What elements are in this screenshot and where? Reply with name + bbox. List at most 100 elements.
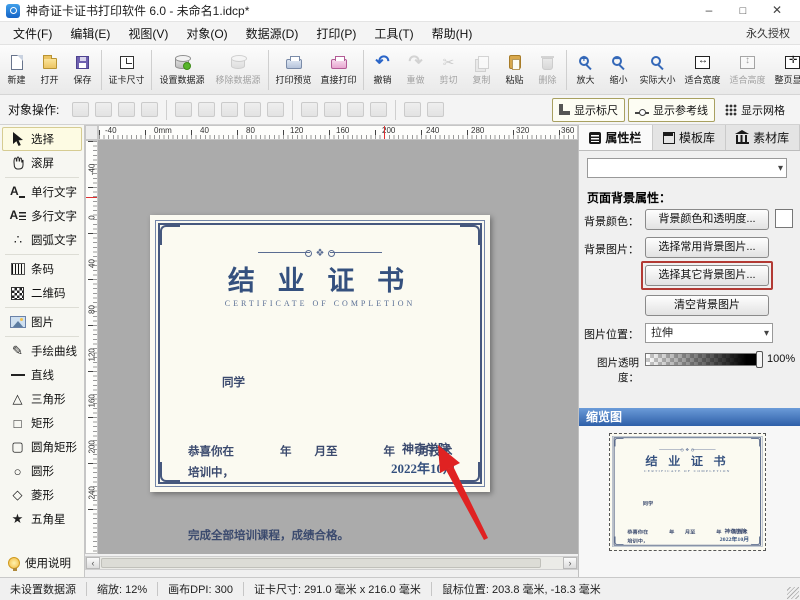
tool-qrcode[interactable]: 二维码 (2, 281, 82, 305)
set-datasource-icon (175, 56, 189, 69)
menu-file[interactable]: 文件(F) (4, 25, 61, 42)
show-grid-toggle[interactable]: 显示网格 (718, 98, 792, 122)
menu-view[interactable]: 视图(V) (119, 25, 177, 42)
tool-rectangle[interactable]: 矩形 (2, 411, 82, 435)
scroll-right-icon[interactable]: › (563, 557, 577, 569)
ungroup-icon (427, 102, 444, 117)
thumbnail-preview: 结 业 证 书 CERTIFICATE OF COMPLETION 同学 恭喜你… (609, 433, 766, 551)
bg-color-button[interactable]: 背景颜色和透明度... (645, 209, 769, 230)
tool-freehand-curve[interactable]: 手绘曲线 (2, 339, 82, 363)
pen-icon (9, 343, 26, 359)
open-button[interactable]: 打开 (33, 47, 66, 93)
tool-multi-line-text[interactable]: 多行文字 (2, 204, 82, 228)
tool-select[interactable]: 选择 (2, 127, 82, 151)
bg-image-label: 背景图片： (581, 241, 639, 257)
choose-common-bg-button[interactable]: 选择常用背景图片... (645, 237, 769, 258)
page-background-section-title: 页面背景属性： (587, 189, 671, 206)
tab-template-library[interactable]: 模板库 (653, 125, 727, 150)
image-position-dropdown[interactable]: 拉伸▾ (645, 323, 773, 343)
fit-height-icon (740, 56, 755, 69)
menu-datasource[interactable]: 数据源(D) (237, 25, 308, 42)
save-button[interactable]: 保存 (66, 47, 99, 93)
tool-line[interactable]: 直线 (2, 363, 82, 387)
tool-arc-text[interactable]: 圆弧文字 (2, 228, 82, 252)
certificate-issuer: 神奇学院 (402, 440, 450, 457)
status-zoom: 缩放: 12% (87, 581, 157, 597)
tool-circle[interactable]: 圆形 (2, 459, 82, 483)
image-icon (10, 316, 26, 328)
tool-image[interactable]: 图片 (2, 310, 82, 334)
show-guides-toggle[interactable]: 显示参考线 (628, 98, 715, 122)
fit-width-icon (695, 56, 710, 69)
show-ruler-toggle[interactable]: 显示标尺 (552, 98, 625, 122)
direct-print-button[interactable]: 直接打印 (316, 47, 361, 93)
tool-single-line-text[interactable]: 单行文字 (2, 180, 82, 204)
fit-page-button[interactable]: 整页显示 (770, 47, 800, 93)
app-icon (6, 4, 20, 18)
horizontal-ruler: -40 0mm 40 80 120 160 200 240 280 320 36… (98, 125, 578, 140)
menu-edit[interactable]: 编辑(E) (61, 25, 119, 42)
menu-object[interactable]: 对象(O) (177, 25, 236, 42)
star-icon (9, 511, 26, 527)
separator (363, 50, 364, 90)
delete-button: 删除 (531, 47, 564, 93)
same-height-icon (267, 102, 284, 117)
align-top-icon (301, 102, 318, 117)
tool-triangle[interactable]: 三角形 (2, 387, 82, 411)
zoom-in-button[interactable]: 放大 (569, 47, 602, 93)
separator (395, 100, 396, 120)
zoom-out-button[interactable]: 缩小 (602, 47, 635, 93)
actual-size-button[interactable]: 实际大小 (635, 47, 680, 93)
fit-width-button[interactable]: 适合宽度 (680, 47, 725, 93)
separator (566, 50, 567, 90)
scroll-left-icon[interactable]: ‹ (86, 557, 100, 569)
new-button[interactable]: 新建 (0, 47, 33, 93)
same-width-icon (244, 102, 261, 117)
resize-grip[interactable] (787, 587, 799, 599)
menu-tools[interactable]: 工具(T) (365, 25, 422, 42)
menu-help[interactable]: 帮助(H) (423, 25, 482, 42)
certificate-page[interactable]: 结 业 证 书 CERTIFICATE OF COMPLETION 同学 恭喜你… (150, 215, 490, 492)
horizontal-scrollbar[interactable]: ‹ › (85, 556, 578, 570)
design-canvas[interactable]: 结 业 证 书 CERTIFICATE OF COMPLETION 同学 恭喜你… (98, 140, 578, 554)
set-datasource-button[interactable]: 设置数据源 (154, 47, 210, 93)
tool-barcode[interactable]: 条码 (2, 257, 82, 281)
separator (5, 307, 79, 308)
tab-material-library[interactable]: 素材库 (726, 125, 800, 150)
tool-diamond[interactable]: 菱形 (2, 483, 82, 507)
tool-rounded-rectangle[interactable]: 圆角矩形 (2, 435, 82, 459)
print-preview-button[interactable]: 打印预览 (271, 47, 316, 93)
status-mouse-position: 鼠标位置: 203.8 毫米, -18.3 毫米 (432, 581, 611, 597)
triangle-icon (9, 391, 26, 407)
license-badge: 永久授权 (746, 25, 796, 41)
maximize-button[interactable] (726, 1, 760, 21)
help-button[interactable]: 使用说明 (0, 555, 85, 571)
corner-ornament (460, 225, 480, 245)
undo-icon (375, 53, 389, 71)
bg-color-swatch[interactable] (775, 209, 793, 228)
undo-button[interactable]: 撤销 (366, 47, 399, 93)
slider-handle[interactable] (756, 351, 763, 368)
menu-print[interactable]: 打印(P) (307, 25, 365, 42)
tab-properties[interactable]: 属性栏 (579, 125, 653, 150)
close-button[interactable] (760, 1, 794, 21)
separator (151, 50, 152, 90)
new-file-icon (11, 55, 23, 70)
tool-star[interactable]: 五角星 (2, 507, 82, 531)
redo-button: 重做 (399, 47, 432, 93)
card-size-icon (120, 56, 134, 69)
separator (268, 50, 269, 90)
opacity-slider[interactable] (645, 353, 761, 366)
clear-bg-button[interactable]: 清空背景图片 (645, 295, 769, 316)
choose-other-bg-button[interactable]: 选择其它背景图片... (645, 265, 769, 286)
tool-scroll[interactable]: 滚屏 (2, 151, 82, 175)
paste-button[interactable]: 粘贴 (498, 47, 531, 93)
card-size-button[interactable]: 证卡尺寸 (104, 47, 149, 93)
object-selector-dropdown[interactable]: ▾ (587, 158, 787, 178)
minimize-button[interactable] (692, 1, 726, 21)
actual-size-icon (651, 56, 661, 66)
separator (5, 177, 79, 178)
scrollbar-thumb[interactable] (101, 558, 541, 568)
bring-to-front-icon (72, 102, 89, 117)
properties-panel: ▾ 页面背景属性： 背景颜色： 背景颜色和透明度... 背景图片： 选择常用背景… (578, 151, 800, 408)
